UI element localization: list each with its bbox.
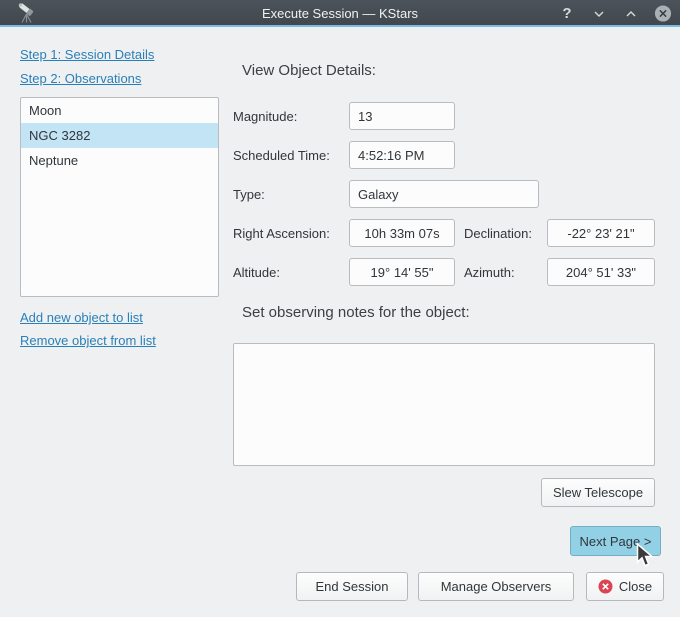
- magnitude-field[interactable]: [349, 102, 455, 130]
- close-button[interactable]: Close: [586, 572, 664, 601]
- list-item-ngc3282[interactable]: NGC 3282: [21, 123, 218, 148]
- right-ascension-label: Right Ascension:: [233, 226, 330, 241]
- altitude-field[interactable]: [349, 258, 455, 286]
- add-object-link[interactable]: Add new object to list: [20, 310, 143, 325]
- minimize-icon[interactable]: [590, 5, 608, 23]
- help-icon[interactable]: ?: [558, 5, 576, 23]
- declination-field[interactable]: [547, 219, 655, 247]
- declination-label: Declination:: [464, 226, 532, 241]
- end-session-button[interactable]: End Session: [296, 572, 408, 601]
- scheduled-time-label: Scheduled Time:: [233, 148, 330, 163]
- manage-observers-button[interactable]: Manage Observers: [418, 572, 574, 601]
- window-titlebar[interactable]: Execute Session — KStars ?: [0, 0, 680, 27]
- observing-notes-heading: Set observing notes for the object:: [242, 304, 470, 321]
- object-list[interactable]: Moon NGC 3282 Neptune: [20, 97, 219, 297]
- list-item-moon[interactable]: Moon: [21, 98, 218, 123]
- window-close-icon[interactable]: [654, 5, 672, 23]
- scheduled-time-field[interactable]: [349, 141, 455, 169]
- type-label: Type:: [233, 187, 265, 202]
- remove-object-link[interactable]: Remove object from list: [20, 333, 156, 348]
- execute-session-dialog: Execute Session — KStars ? Step 1: Sessi…: [0, 0, 680, 617]
- view-object-details-heading: View Object Details:: [242, 62, 376, 79]
- slew-telescope-button[interactable]: Slew Telescope: [541, 478, 655, 507]
- maximize-icon[interactable]: [622, 5, 640, 23]
- type-field[interactable]: [349, 180, 539, 208]
- azimuth-label: Azimuth:: [464, 265, 515, 280]
- list-item-neptune[interactable]: Neptune: [21, 148, 218, 173]
- observing-notes-textarea[interactable]: [233, 343, 655, 466]
- right-ascension-field[interactable]: [349, 219, 455, 247]
- step2-observations-link[interactable]: Step 2: Observations: [20, 71, 141, 86]
- magnitude-label: Magnitude:: [233, 109, 297, 124]
- azimuth-field[interactable]: [547, 258, 655, 286]
- close-button-icon: [598, 579, 613, 594]
- altitude-label: Altitude:: [233, 265, 280, 280]
- next-page-button[interactable]: Next Page >: [570, 526, 661, 556]
- step1-session-details-link[interactable]: Step 1: Session Details: [20, 47, 154, 62]
- close-button-label: Close: [619, 579, 652, 594]
